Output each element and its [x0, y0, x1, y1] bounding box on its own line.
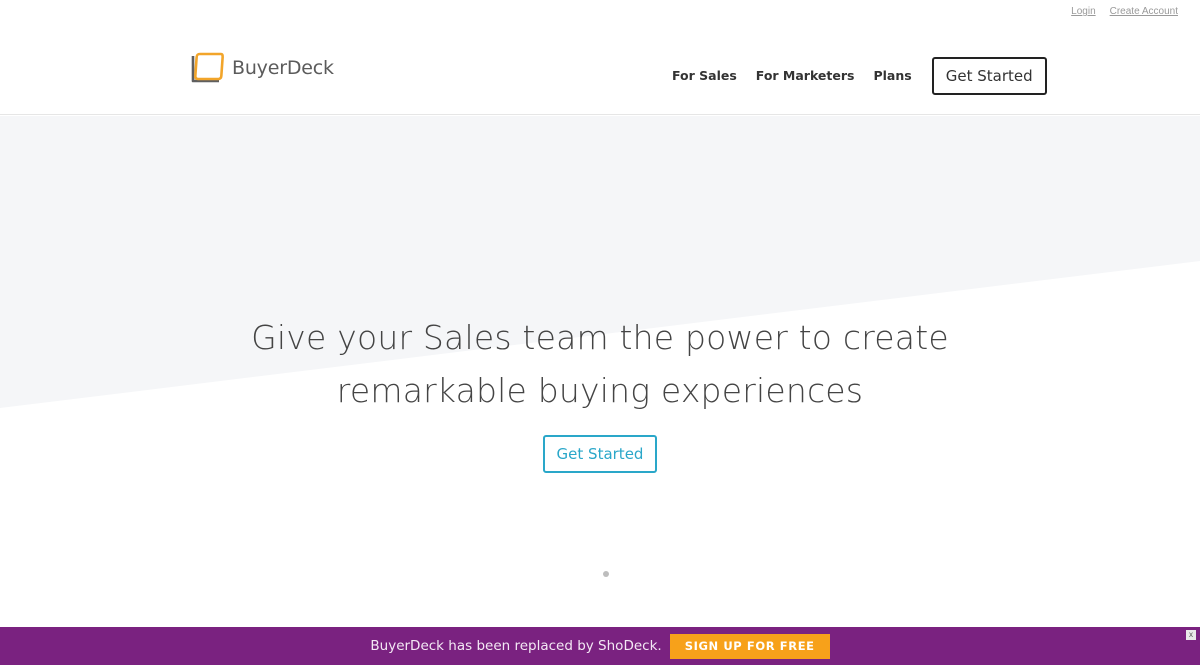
utility-links: Login Create Account — [1071, 6, 1178, 17]
buyerdeck-logo-icon — [191, 52, 224, 83]
logo[interactable]: BuyerDeck — [191, 52, 334, 84]
announcement-banner: BuyerDeck has been replaced by ShoDeck. … — [0, 627, 1200, 665]
main-nav: For Sales For Marketers Plans Get Starte… — [672, 57, 1047, 95]
hero-title-line-1: Give your Sales team the power to create — [251, 318, 949, 357]
nav-for-marketers[interactable]: For Marketers — [756, 57, 855, 95]
close-icon[interactable]: x — [1186, 630, 1196, 640]
page: Login Create Account BuyerDeck For Sales… — [0, 0, 1200, 665]
nav-for-sales[interactable]: For Sales — [672, 57, 737, 95]
brand-name: BuyerDeck — [232, 57, 334, 79]
hero-title: Give your Sales team the power to create… — [0, 311, 1200, 417]
nav-plans[interactable]: Plans — [873, 57, 911, 95]
scroll-indicator-dot[interactable] — [603, 571, 609, 577]
hero-section: Give your Sales team the power to create… — [0, 116, 1200, 627]
banner-message: BuyerDeck has been replaced by ShoDeck. — [370, 638, 662, 654]
sign-up-for-free-button[interactable]: SIGN UP FOR FREE — [669, 633, 830, 659]
hero-get-started-button[interactable]: Get Started — [543, 435, 657, 473]
hero-title-line-2: remarkable buying experiences — [336, 371, 864, 410]
site-header: Login Create Account BuyerDeck For Sales… — [0, 0, 1200, 115]
header-get-started-button[interactable]: Get Started — [931, 57, 1047, 95]
create-account-link[interactable]: Create Account — [1110, 6, 1178, 17]
login-link[interactable]: Login — [1071, 6, 1095, 17]
